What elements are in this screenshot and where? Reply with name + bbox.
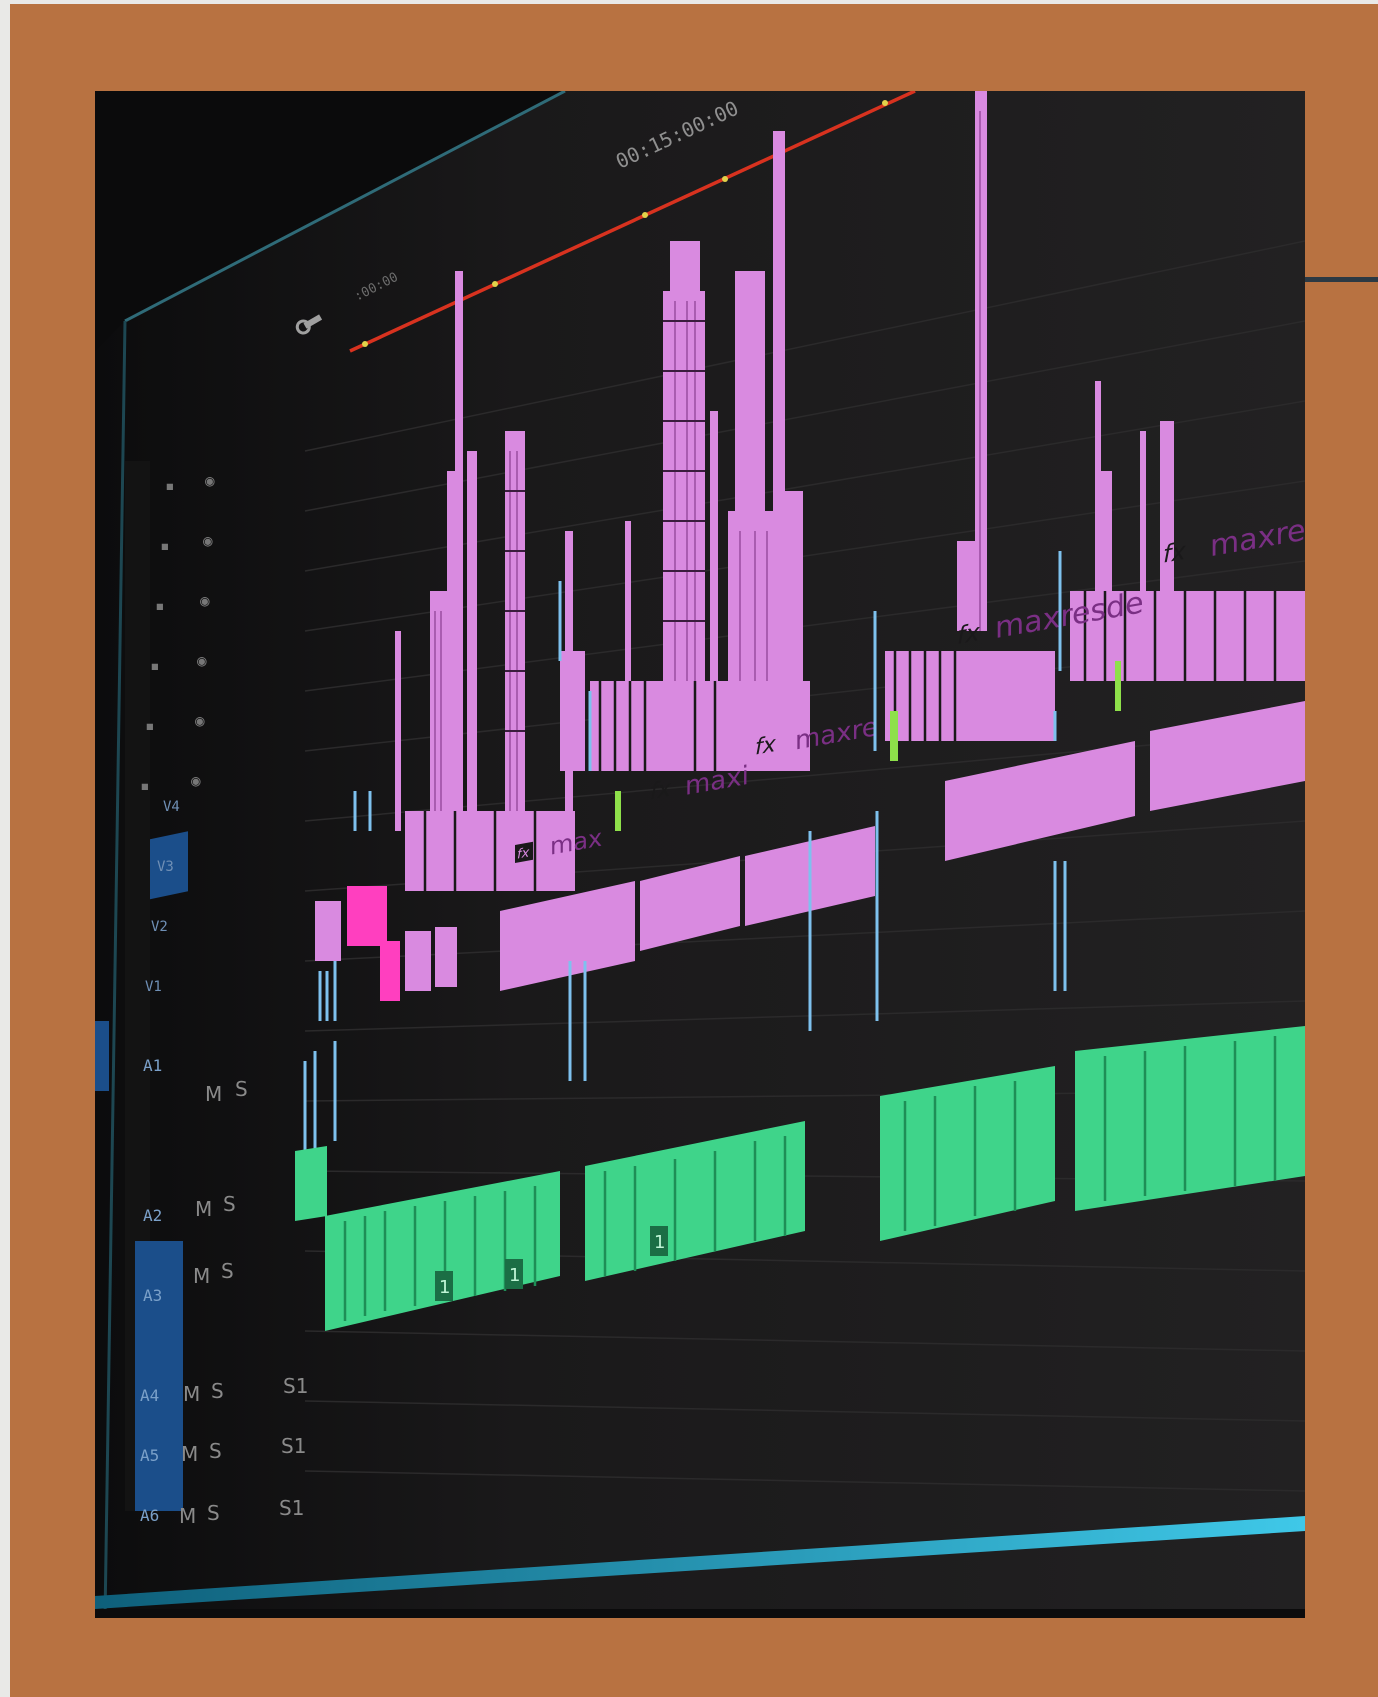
- track-eye-icon[interactable]: ◉: [200, 591, 210, 610]
- timeline-photo-svg: 00:15:00:00 :00:00 fx max fx maxi fx max…: [95, 91, 1305, 1618]
- track-label-v1: V1: [145, 979, 162, 995]
- ruler-marker: [362, 341, 368, 347]
- svg-text:1: 1: [654, 1232, 665, 1253]
- mute-button[interactable]: M: [195, 1197, 212, 1221]
- track-label-v2: V2: [151, 919, 168, 935]
- track-eye-icon[interactable]: ◉: [205, 471, 215, 490]
- track-label-a3: A3: [143, 1286, 162, 1305]
- track-eye-icon[interactable]: ◉: [197, 651, 207, 670]
- svg-text:1: 1: [509, 1265, 520, 1286]
- accent-bar: [1305, 277, 1378, 282]
- fx-badge: fx: [517, 845, 530, 862]
- green-marker: [890, 711, 898, 761]
- solo-button[interactable]: S: [211, 1379, 224, 1403]
- track-lock-icon[interactable]: ▪: [155, 596, 165, 615]
- submix-label: S1: [279, 1496, 304, 1520]
- ruler-marker: [722, 176, 728, 182]
- audio-track-targets[interactable]: [135, 1241, 183, 1511]
- track-label-a2: A2: [143, 1206, 162, 1225]
- track-label-a6: A6: [140, 1506, 159, 1525]
- ruler-marker: [642, 212, 648, 218]
- solo-button[interactable]: S: [207, 1501, 220, 1525]
- mute-button[interactable]: M: [183, 1382, 200, 1406]
- green-marker: [615, 791, 621, 831]
- ruler-marker: [492, 281, 498, 287]
- track-label-a1: A1: [143, 1056, 162, 1075]
- solo-button[interactable]: S: [223, 1192, 236, 1216]
- track-lock-icon[interactable]: ▪: [150, 656, 160, 675]
- mute-button[interactable]: M: [205, 1082, 222, 1106]
- submix-label: S1: [281, 1434, 306, 1458]
- monitor-bottom-bezel: [95, 1609, 1305, 1618]
- fx-badge: fx: [755, 731, 777, 761]
- track-eye-icon[interactable]: ◉: [191, 771, 201, 790]
- ruler-marker: [882, 100, 888, 106]
- track-label-a4: A4: [140, 1386, 159, 1405]
- page-edge-top: [0, 0, 1378, 4]
- track-lock-icon[interactable]: ▪: [145, 716, 155, 735]
- page-edge-left: [0, 0, 10, 1697]
- track-eye-icon[interactable]: ◉: [195, 711, 205, 730]
- track-lock-icon[interactable]: ▪: [165, 476, 175, 495]
- fx-badge: fx: [1163, 537, 1186, 569]
- green-marker: [1115, 661, 1121, 711]
- solo-button[interactable]: S: [209, 1439, 222, 1463]
- solo-button[interactable]: S: [221, 1259, 234, 1283]
- track-eye-icon[interactable]: ◉: [203, 531, 213, 550]
- track-lock-icon[interactable]: ▪: [140, 776, 150, 795]
- mute-button[interactable]: M: [179, 1504, 196, 1528]
- mute-button[interactable]: M: [181, 1442, 198, 1466]
- fx-badge: fx: [650, 775, 672, 805]
- submix-label: S1: [283, 1374, 308, 1398]
- mute-button[interactable]: M: [193, 1264, 210, 1288]
- svg-text:1: 1: [439, 1277, 450, 1298]
- track-label-v4: V4: [163, 799, 180, 815]
- track-label-a5: A5: [140, 1446, 159, 1465]
- editing-timeline-photo: 00:15:00:00 :00:00 fx max fx maxi fx max…: [95, 91, 1305, 1618]
- solo-button[interactable]: S: [235, 1077, 248, 1101]
- track-label-v3: V3: [157, 859, 174, 875]
- fx-badge: fx: [957, 618, 980, 650]
- track-lock-icon[interactable]: ▪: [160, 536, 170, 555]
